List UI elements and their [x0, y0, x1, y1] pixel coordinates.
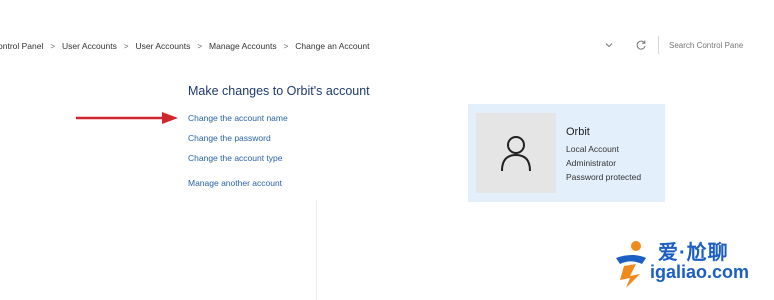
account-name: Orbit [566, 126, 590, 138]
user-icon [501, 136, 531, 172]
breadcrumb-separator[interactable]: > [279, 42, 294, 51]
content-divider [316, 200, 317, 300]
breadcrumb-separator[interactable]: > [119, 42, 134, 51]
watermark: 爱·尬聊 igaliao.com [610, 236, 770, 292]
breadcrumb-separator[interactable]: > [45, 42, 60, 51]
account-card: Orbit Local Account Administrator Passwo… [468, 104, 665, 202]
breadcrumb-change-account[interactable]: Change an Account [293, 41, 371, 51]
watermark-logo-icon [616, 241, 646, 288]
chevron-down-icon[interactable] [600, 36, 618, 54]
manage-another-account-link[interactable]: Manage another account [188, 178, 282, 188]
control-panel-window: ontrol Panel > User Accounts > User Acco… [0, 0, 774, 300]
account-role: Administrator [566, 158, 617, 168]
change-account-name-link[interactable]: Change the account name [188, 113, 288, 123]
change-password-link[interactable]: Change the password [188, 133, 271, 143]
search-input[interactable] [665, 36, 774, 54]
account-type: Local Account [566, 144, 619, 154]
search-divider [658, 36, 659, 54]
account-password-status: Password protected [566, 172, 642, 182]
breadcrumb-control-panel[interactable]: ontrol Panel [0, 41, 45, 51]
refresh-icon[interactable] [632, 36, 650, 54]
breadcrumb-separator[interactable]: > [192, 42, 207, 51]
watermark-chinese-text: 爱·尬聊 [658, 242, 729, 264]
address-bar-controls [600, 34, 774, 56]
avatar [476, 113, 556, 193]
breadcrumb-user-accounts[interactable]: User Accounts [60, 41, 119, 51]
page-title: Make changes to Orbit's account [188, 84, 370, 98]
red-arrow-annotation [76, 112, 178, 124]
breadcrumb: ontrol Panel > User Accounts > User Acco… [0, 38, 371, 54]
breadcrumb-manage-accounts[interactable]: Manage Accounts [207, 41, 279, 51]
watermark-url: igaliao.com [650, 262, 750, 282]
change-account-type-link[interactable]: Change the account type [188, 153, 283, 163]
breadcrumb-user-accounts-sub[interactable]: User Accounts [134, 41, 193, 51]
